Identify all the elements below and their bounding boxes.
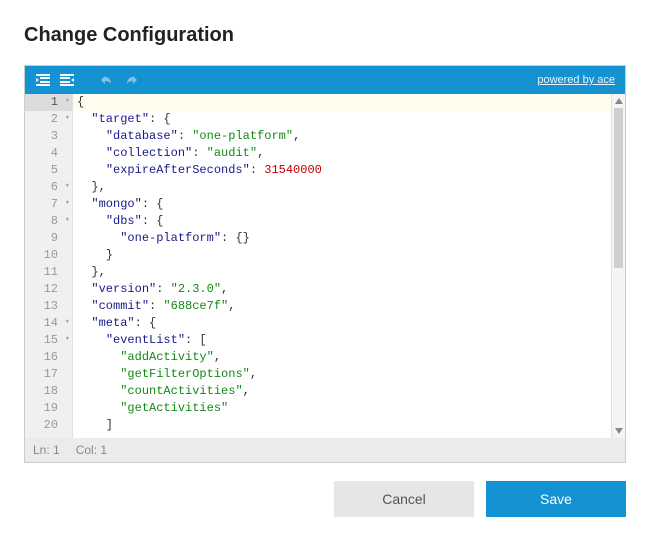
code-line[interactable]: "countActivities", bbox=[73, 383, 611, 400]
code-line[interactable]: "meta": { bbox=[73, 315, 611, 332]
code-line[interactable]: "addActivity", bbox=[73, 349, 611, 366]
gutter-line: 16 bbox=[25, 349, 72, 366]
fold-icon[interactable]: ▾ bbox=[61, 114, 70, 123]
editor-gutter: 1▾2▾3456▾7▾8▾91011121314▾15▾1617181920 bbox=[25, 94, 73, 438]
code-line[interactable]: "expireAfterSeconds": 31540000 bbox=[73, 162, 611, 179]
gutter-line: 4 bbox=[25, 145, 72, 162]
code-line[interactable]: }, bbox=[73, 264, 611, 281]
gutter-line: 6▾ bbox=[25, 179, 72, 196]
code-line[interactable]: "commit": "688ce7f", bbox=[73, 298, 611, 315]
gutter-line: 20 bbox=[25, 417, 72, 434]
gutter-line: 7▾ bbox=[25, 196, 72, 213]
gutter-line: 9 bbox=[25, 230, 72, 247]
indent-right-icon[interactable] bbox=[57, 70, 77, 90]
code-line[interactable]: "getActivities" bbox=[73, 400, 611, 417]
scroll-down-arrow[interactable] bbox=[612, 424, 625, 438]
gutter-line: 1▾ bbox=[25, 94, 72, 111]
code-line[interactable]: { bbox=[73, 94, 611, 111]
gutter-line: 3 bbox=[25, 128, 72, 145]
fold-icon[interactable]: ▾ bbox=[61, 97, 70, 106]
toolbar-icon-group bbox=[33, 70, 141, 90]
indent-left-icon[interactable] bbox=[33, 70, 53, 90]
editor-code-area[interactable]: { "target": { "database": "one-platform"… bbox=[73, 94, 611, 438]
status-col: Col: 1 bbox=[76, 443, 107, 457]
code-line[interactable]: "one-platform": {} bbox=[73, 230, 611, 247]
fold-icon[interactable]: ▾ bbox=[61, 335, 70, 344]
powered-by-link[interactable]: powered by ace bbox=[537, 74, 615, 86]
scroll-up-arrow[interactable] bbox=[612, 94, 625, 108]
code-line[interactable]: ] bbox=[73, 417, 611, 434]
cancel-button[interactable]: Cancel bbox=[334, 481, 474, 517]
fold-icon[interactable]: ▾ bbox=[61, 216, 70, 225]
status-line: Ln: 1 bbox=[33, 443, 60, 457]
undo-icon[interactable] bbox=[97, 70, 117, 90]
editor-toolbar: powered by ace bbox=[25, 66, 625, 94]
fold-icon[interactable]: ▾ bbox=[61, 318, 70, 327]
code-line[interactable]: "getFilterOptions", bbox=[73, 366, 611, 383]
code-line[interactable]: "mongo": { bbox=[73, 196, 611, 213]
code-line[interactable]: }, bbox=[73, 179, 611, 196]
gutter-line: 8▾ bbox=[25, 213, 72, 230]
fold-icon[interactable]: ▾ bbox=[61, 199, 70, 208]
gutter-line: 14▾ bbox=[25, 315, 72, 332]
fold-icon[interactable]: ▾ bbox=[61, 182, 70, 191]
code-line[interactable]: "eventList": [ bbox=[73, 332, 611, 349]
gutter-line: 17 bbox=[25, 366, 72, 383]
gutter-line: 15▾ bbox=[25, 332, 72, 349]
gutter-line: 11 bbox=[25, 264, 72, 281]
code-line[interactable]: "version": "2.3.0", bbox=[73, 281, 611, 298]
gutter-line: 5 bbox=[25, 162, 72, 179]
vertical-scrollbar[interactable] bbox=[611, 94, 625, 438]
gutter-line: 2▾ bbox=[25, 111, 72, 128]
code-line[interactable]: "target": { bbox=[73, 111, 611, 128]
code-line[interactable]: "collection": "audit", bbox=[73, 145, 611, 162]
code-editor[interactable]: 1▾2▾3456▾7▾8▾91011121314▾15▾1617181920 {… bbox=[25, 94, 625, 438]
code-line[interactable]: } bbox=[73, 247, 611, 264]
save-button[interactable]: Save bbox=[486, 481, 626, 517]
scroll-thumb[interactable] bbox=[614, 108, 623, 268]
editor-statusbar: Ln: 1 Col: 1 bbox=[25, 438, 625, 462]
dialog-title: Change Configuration bbox=[24, 24, 626, 47]
gutter-line: 10 bbox=[25, 247, 72, 264]
dialog-footer: Cancel Save bbox=[24, 481, 626, 517]
code-line[interactable]: "database": "one-platform", bbox=[73, 128, 611, 145]
gutter-line: 13 bbox=[25, 298, 72, 315]
gutter-line: 18 bbox=[25, 383, 72, 400]
editor-container: powered by ace 1▾2▾3456▾7▾8▾91011121314▾… bbox=[24, 65, 626, 463]
change-configuration-dialog: Change Configuration powered by ace bbox=[0, 0, 650, 541]
code-line[interactable]: "dbs": { bbox=[73, 213, 611, 230]
gutter-line: 19 bbox=[25, 400, 72, 417]
redo-icon[interactable] bbox=[121, 70, 141, 90]
gutter-line: 12 bbox=[25, 281, 72, 298]
